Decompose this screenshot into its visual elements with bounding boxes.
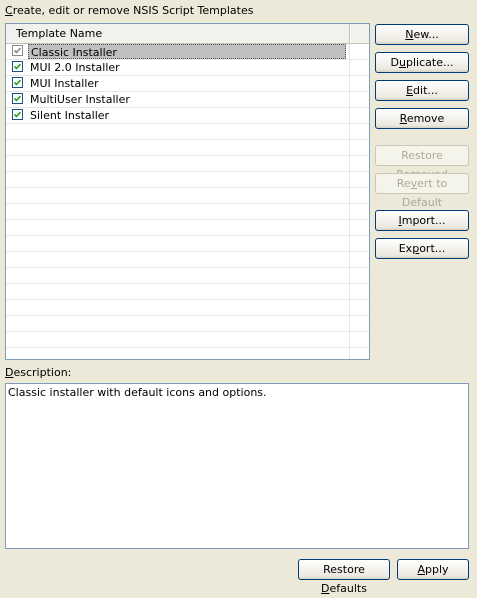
row-checkbox[interactable] [12, 61, 23, 72]
row-label: Classic Installer [28, 44, 346, 59]
column-header-template-name[interactable]: Template Name [6, 24, 350, 43]
row-checkbox[interactable] [12, 45, 23, 56]
revert-to-default-button[interactable]: Revert to Default [375, 173, 469, 209]
checkmark-icon [13, 79, 22, 86]
export-button[interactable]: Export... [375, 238, 469, 259]
table-row[interactable]: MUI Installer [6, 76, 369, 92]
checkmark-icon [13, 63, 22, 70]
empty-row [6, 236, 369, 252]
duplicate-button[interactable]: Duplicate... [375, 52, 469, 73]
checkmark-icon [13, 111, 22, 118]
empty-row [6, 172, 369, 188]
column-header-filler [350, 24, 369, 43]
empty-row [6, 140, 369, 156]
table-row[interactable]: MultiUser Installer [6, 92, 369, 108]
empty-row [6, 220, 369, 236]
description-textarea[interactable]: Classic installer with default icons and… [5, 383, 469, 549]
table-row[interactable]: Silent Installer [6, 108, 369, 124]
empty-row [6, 124, 369, 140]
templates-table[interactable]: Template Name Classic Installer MUI 2.0 I… [5, 23, 370, 360]
row-checkbox[interactable] [12, 109, 23, 120]
empty-row [6, 284, 369, 300]
row-checkbox[interactable] [12, 77, 23, 88]
restore-removed-button[interactable]: Restore Removed [375, 145, 469, 181]
restore-defaults-button[interactable]: Restore Defaults [298, 559, 390, 595]
row-checkbox[interactable] [12, 93, 23, 104]
empty-row [6, 332, 369, 348]
row-label: MultiUser Installer [30, 93, 130, 106]
empty-row [6, 348, 369, 359]
apply-button[interactable]: Apply [397, 559, 469, 580]
row-label: MUI 2.0 Installer [30, 61, 120, 74]
checkmark-icon [13, 95, 22, 102]
table-row[interactable]: MUI 2.0 Installer [6, 60, 369, 76]
import-button[interactable]: Import... [375, 210, 469, 231]
row-label: Silent Installer [30, 109, 110, 122]
empty-row [6, 252, 369, 268]
empty-row [6, 188, 369, 204]
edit-button[interactable]: Edit... [375, 80, 469, 101]
empty-row [6, 316, 369, 332]
empty-row [6, 204, 369, 220]
row-label: MUI Installer [30, 77, 99, 90]
table-row[interactable]: Classic Installer [6, 44, 369, 60]
new-button[interactable]: New... [375, 24, 469, 45]
remove-button[interactable]: Remove [375, 108, 469, 129]
table-header: Template Name [6, 24, 369, 44]
empty-row [6, 268, 369, 284]
table-rows: Classic Installer MUI 2.0 Installer MUI In… [6, 44, 369, 359]
description-label: Description: [5, 366, 72, 379]
description-text: Classic installer with default icons and… [8, 386, 267, 399]
checkmark-icon [13, 47, 22, 54]
empty-row [6, 300, 369, 316]
empty-row [6, 156, 369, 172]
page-heading: Create, edit or remove NSIS Script Templ… [5, 4, 254, 17]
